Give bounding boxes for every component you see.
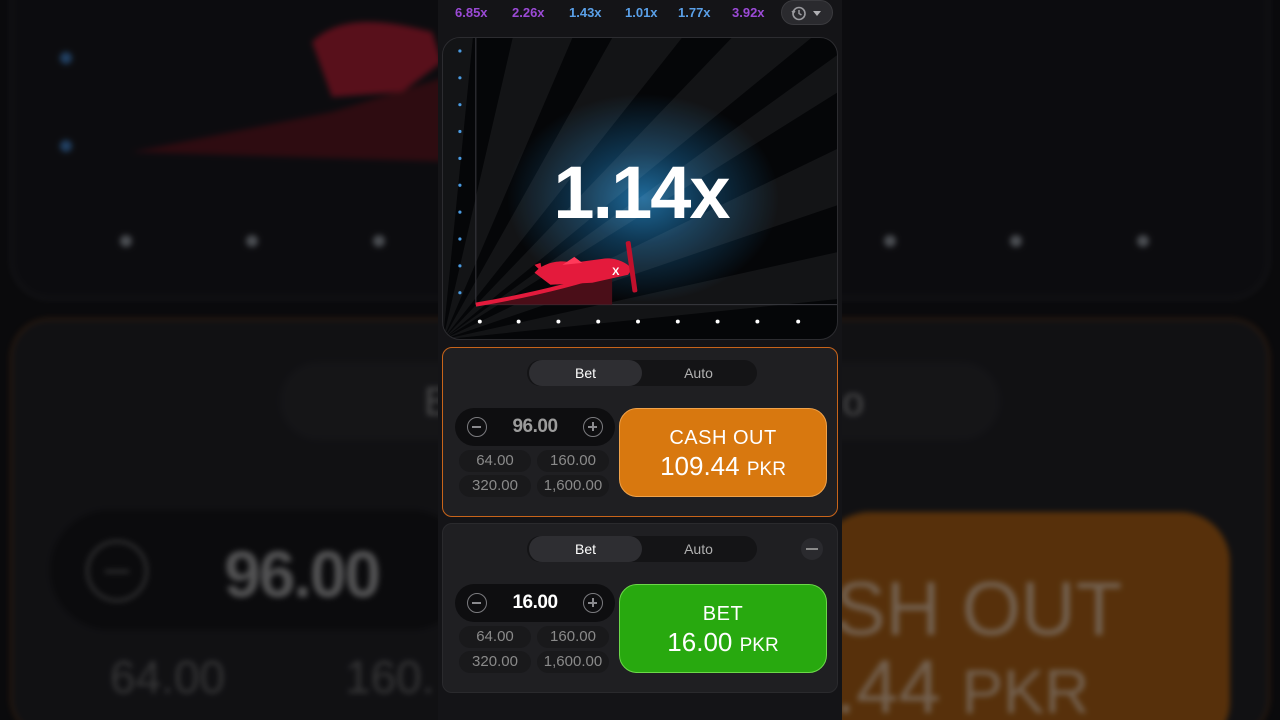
quick-amount-button[interactable]: 1,600.00 bbox=[537, 475, 609, 497]
bet-amount-stepper: 96.00 bbox=[455, 408, 615, 446]
plus-icon[interactable] bbox=[583, 593, 603, 613]
cash-out-label: CASH OUT bbox=[669, 427, 777, 449]
history-button[interactable] bbox=[781, 0, 833, 25]
history-item[interactable]: 2.26x bbox=[512, 5, 545, 20]
bg-axis-dot bbox=[373, 235, 385, 247]
bg-axis-dot bbox=[246, 235, 258, 247]
tab-bet[interactable]: Bet bbox=[529, 360, 642, 386]
bg-axis-dot bbox=[120, 235, 132, 247]
game-screen: B o 96.00 64.00 160. SH OUT .44 PKR 6.85… bbox=[0, 0, 1280, 720]
clock-icon bbox=[791, 6, 806, 21]
quick-amount-button[interactable]: 64.00 bbox=[459, 450, 531, 472]
tab-auto[interactable]: Auto bbox=[642, 536, 755, 562]
cash-out-amount: 109.44 PKR bbox=[660, 451, 786, 481]
svg-text:X: X bbox=[612, 266, 620, 278]
bet-button[interactable]: BET 16.00 PKR bbox=[619, 584, 827, 673]
quick-amount-button[interactable]: 160.00 bbox=[537, 450, 609, 472]
bg-quick-amount: 160. bbox=[345, 651, 435, 703]
bet-amount: 16.00 PKR bbox=[667, 627, 779, 657]
bet-amount-input[interactable]: 16.00 bbox=[485, 584, 585, 622]
quick-amount-button[interactable]: 64.00 bbox=[459, 626, 531, 648]
bet-label: BET bbox=[702, 603, 744, 625]
history-item[interactable]: 1.01x bbox=[625, 5, 658, 20]
plus-icon[interactable] bbox=[583, 417, 603, 437]
bg-axis-dot bbox=[1137, 235, 1149, 247]
multiplier-history: 6.85x 2.26x 1.43x 1.01x 1.77x 3.92x bbox=[438, 0, 842, 26]
bet-panel-1: Bet Auto 96.00 64.00 160.00 320.00 1,600… bbox=[442, 347, 838, 517]
bg-amount: 96.00 bbox=[224, 537, 381, 611]
bg-axis-dot bbox=[884, 235, 896, 247]
remove-panel-button[interactable] bbox=[801, 538, 823, 560]
history-item[interactable]: 6.85x bbox=[455, 5, 488, 20]
quick-amount-button[interactable]: 320.00 bbox=[459, 651, 531, 673]
bg-plane-trail bbox=[132, 22, 452, 162]
history-item[interactable]: 1.77x bbox=[678, 5, 711, 20]
chevron-down-icon bbox=[813, 11, 821, 16]
bg-axis-dot bbox=[60, 140, 72, 152]
bet-amount-input[interactable]: 96.00 bbox=[485, 408, 585, 446]
bg-tab-label: o bbox=[842, 380, 865, 424]
bg-cash-value: .44 PKR bbox=[835, 645, 1090, 720]
bet-panel-2: Bet Auto 16.00 64.00 160.00 320.00 1,600… bbox=[442, 523, 838, 693]
bg-axis-dot bbox=[60, 52, 72, 64]
bg-quick-amount: 64.00 bbox=[110, 651, 226, 703]
minus-icon[interactable] bbox=[467, 417, 487, 437]
quick-amount-button[interactable]: 320.00 bbox=[459, 475, 531, 497]
history-item[interactable]: 3.92x bbox=[732, 5, 765, 20]
minus-icon[interactable] bbox=[467, 593, 487, 613]
tab-auto[interactable]: Auto bbox=[642, 360, 755, 386]
game-column: 6.85x 2.26x 1.43x 1.01x 1.77x 3.92x X 1.… bbox=[438, 0, 842, 720]
bg-minus-icon bbox=[86, 540, 148, 602]
bet-mode-tabs: Bet Auto bbox=[527, 360, 757, 386]
game-canvas: X 1.14x bbox=[442, 37, 838, 340]
quick-amount-button[interactable]: 1,600.00 bbox=[537, 651, 609, 673]
bet-amount-stepper: 16.00 bbox=[455, 584, 615, 622]
quick-amount-button[interactable]: 160.00 bbox=[537, 626, 609, 648]
tab-bet[interactable]: Bet bbox=[529, 536, 642, 562]
bg-cash-label: SH OUT bbox=[835, 567, 1123, 652]
bet-mode-tabs: Bet Auto bbox=[527, 536, 757, 562]
cash-out-button[interactable]: CASH OUT 109.44 PKR bbox=[619, 408, 827, 497]
bg-axis-dot bbox=[1010, 235, 1022, 247]
history-item[interactable]: 1.43x bbox=[569, 5, 602, 20]
current-multiplier: 1.14x bbox=[553, 151, 730, 234]
